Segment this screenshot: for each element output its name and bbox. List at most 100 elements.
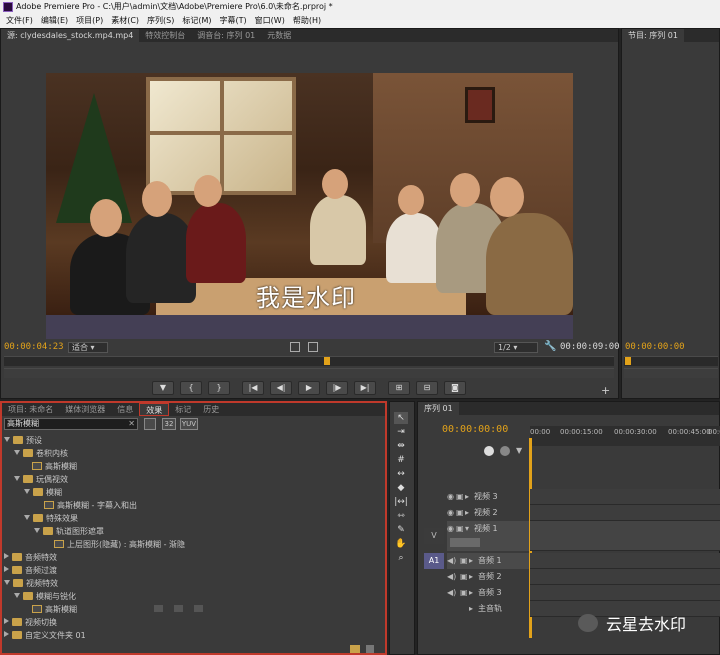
tree-item-gaussian-blur-preset[interactable]: 高斯模糊 — [32, 460, 77, 473]
target-video-label[interactable]: V — [424, 528, 444, 544]
lane-video-2[interactable] — [530, 505, 720, 521]
lane-audio-2[interactable] — [530, 569, 720, 585]
menu-marker[interactable]: 标记(M) — [178, 14, 215, 28]
tree-item-blur-folder[interactable]: 模糊 — [24, 486, 62, 499]
timeline-ruler[interactable]: 00:00 00:00:15:00 00:00:30:00 00:00:45:0… — [530, 426, 720, 446]
tab-project[interactable]: 项目: 未命名 — [2, 403, 59, 416]
rate-stretch-tool-icon[interactable]: ↔ — [394, 468, 408, 480]
play-button[interactable]: ▶ — [298, 381, 320, 395]
effects-search-box[interactable]: 高斯模糊 ✕ — [4, 418, 138, 430]
step-forward-button[interactable]: |▶ — [326, 381, 348, 395]
new-bin-icon[interactable] — [350, 645, 360, 653]
source-time-ruler[interactable] — [4, 356, 614, 366]
collapse-arrow-icon[interactable]: ▸ — [469, 569, 478, 585]
menu-help[interactable]: 帮助(H) — [289, 14, 325, 28]
collapse-arrow-icon[interactable]: ▸ — [465, 489, 474, 505]
mark-out-button[interactable]: } — [208, 381, 230, 395]
tree-item-audio-transitions[interactable]: 音频过渡 — [4, 564, 57, 577]
tree-item-audio-effects[interactable]: 音频特效 — [4, 551, 57, 564]
tree-item-convolution[interactable]: 卷积内核 — [14, 447, 68, 460]
hand-tool-icon[interactable]: ✋ — [394, 538, 408, 550]
yuv-filter-badge[interactable]: YUV — [180, 418, 198, 430]
lock-icon[interactable]: ▣ — [460, 585, 469, 601]
lock-icon[interactable]: ▣ — [456, 489, 465, 505]
tab-history[interactable]: 历史 — [197, 403, 225, 416]
tab-effect-controls[interactable]: 特效控制台 — [139, 29, 191, 42]
track-display-mode-icon[interactable] — [450, 538, 480, 547]
menu-clip[interactable]: 素材(C) — [107, 14, 143, 28]
lock-icon[interactable]: ▣ — [460, 553, 469, 569]
tab-media-browser[interactable]: 媒体浏览器 — [59, 403, 111, 416]
collapse-arrow-icon[interactable]: ▸ — [469, 601, 478, 617]
accelerated-effects-icon[interactable] — [144, 418, 156, 430]
clear-search-icon[interactable]: ✕ — [128, 419, 135, 429]
32bit-filter-badge[interactable]: 32 — [162, 418, 176, 430]
tree-item-special-effects[interactable]: 特殊效果 — [24, 512, 78, 525]
speaker-icon[interactable]: ◀) — [447, 569, 456, 585]
source-current-time[interactable]: 00:00:04:23 — [4, 342, 64, 352]
menu-title[interactable]: 字幕(T) — [216, 14, 251, 28]
tree-item-custom-folder[interactable]: 自定义文件夹 01 — [4, 629, 86, 642]
resolution-dropdown[interactable]: 1/2 ▾ — [494, 342, 538, 353]
track-master[interactable]: ▸ 主音轨 — [447, 601, 529, 617]
lane-video-3[interactable] — [530, 489, 720, 505]
tab-program[interactable]: 节目: 序列 01 — [622, 29, 684, 42]
marker-button[interactable]: ▼ — [152, 381, 174, 395]
collapse-arrow-icon[interactable]: ▾ — [465, 521, 474, 537]
eye-icon[interactable]: ◉ — [447, 505, 456, 521]
eye-icon[interactable]: ◉ — [447, 489, 456, 505]
add-button-icon[interactable]: + — [601, 384, 610, 397]
speaker-icon[interactable]: ◀) — [447, 553, 456, 569]
collapse-arrow-icon[interactable]: ▸ — [469, 553, 478, 569]
menu-project[interactable]: 项目(P) — [72, 14, 107, 28]
track-audio-3[interactable]: ◀) ▣ ▸ 音频 3 — [447, 585, 529, 601]
tree-item-video-transitions[interactable]: 视频切换 — [4, 616, 57, 629]
pen-tool-icon[interactable]: ✎ — [394, 524, 408, 536]
safe-margin-icon[interactable] — [290, 342, 300, 352]
selection-tool-icon[interactable]: ↖ — [394, 412, 408, 424]
track-video-2[interactable]: ◉ ▣ ▸ 视频 2 — [447, 505, 529, 521]
tab-audio-mixer[interactable]: 调音台: 序列 01 — [191, 29, 261, 42]
lock-icon[interactable]: ▣ — [456, 521, 465, 537]
track-audio-2[interactable]: ◀) ▣ ▸ 音频 2 — [447, 569, 529, 585]
program-time-ruler[interactable] — [624, 356, 718, 366]
tree-item-presets[interactable]: 预设 — [4, 434, 42, 447]
tab-info[interactable]: 信息 — [111, 403, 139, 416]
program-zoom-bar[interactable] — [624, 368, 718, 378]
lane-audio-1[interactable] — [530, 553, 720, 569]
step-back-button[interactable]: ◀| — [270, 381, 292, 395]
eye-icon[interactable]: ◉ — [447, 521, 456, 537]
menu-edit[interactable]: 编辑(E) — [37, 14, 72, 28]
track-audio-1[interactable]: ◀) ▣ ▸ 音频 1 — [447, 553, 529, 569]
tree-item-doll-effects[interactable]: 玩偶视效 — [14, 473, 68, 486]
program-playhead-icon[interactable] — [625, 357, 631, 365]
slide-tool-icon[interactable]: ⇿ — [394, 510, 408, 522]
go-to-out-button[interactable]: ▶| — [354, 381, 376, 395]
track-select-tool-icon[interactable]: ⇥ — [394, 426, 408, 438]
tab-markers[interactable]: 标记 — [169, 403, 197, 416]
menu-sequence[interactable]: 序列(S) — [143, 14, 178, 28]
mark-in-button[interactable]: { — [180, 381, 202, 395]
timeline-current-time[interactable]: 00:00:00:00 — [442, 424, 508, 435]
overwrite-button[interactable]: ⊟ — [416, 381, 438, 395]
menu-file[interactable]: 文件(F) — [2, 14, 37, 28]
lock-icon[interactable]: ▣ — [460, 569, 469, 585]
settings-wrench-icon[interactable]: 🔧 — [544, 341, 556, 352]
playhead-marker-icon[interactable] — [324, 357, 330, 365]
add-marker-icon[interactable]: ▼ — [516, 446, 524, 456]
source-zoom-bar[interactable] — [4, 368, 614, 378]
rolling-edit-tool-icon[interactable]: # — [394, 454, 408, 466]
track-video-3[interactable]: ◉ ▣ ▸ 视频 3 — [447, 489, 529, 505]
snap-icon[interactable] — [484, 446, 494, 456]
ripple-edit-tool-icon[interactable]: ⇹ — [394, 440, 408, 452]
tree-item-video-effects[interactable]: 视频特效 — [4, 577, 58, 590]
tab-sequence[interactable]: 序列 01 — [418, 402, 459, 415]
tree-item-gaussian-title[interactable]: 高斯模糊 - 字幕入和出 — [44, 499, 137, 512]
marker-icon[interactable] — [500, 446, 510, 456]
menu-window[interactable]: 窗口(W) — [251, 14, 289, 28]
collapse-arrow-icon[interactable]: ▸ — [469, 585, 478, 601]
lane-audio-3[interactable] — [530, 585, 720, 601]
speaker-icon[interactable]: ◀) — [447, 585, 456, 601]
tree-item-upper-graphic[interactable]: 上层图形(隐藏) : 高斯模糊 - 渐隐 — [54, 538, 185, 551]
go-to-in-button[interactable]: |◀ — [242, 381, 264, 395]
